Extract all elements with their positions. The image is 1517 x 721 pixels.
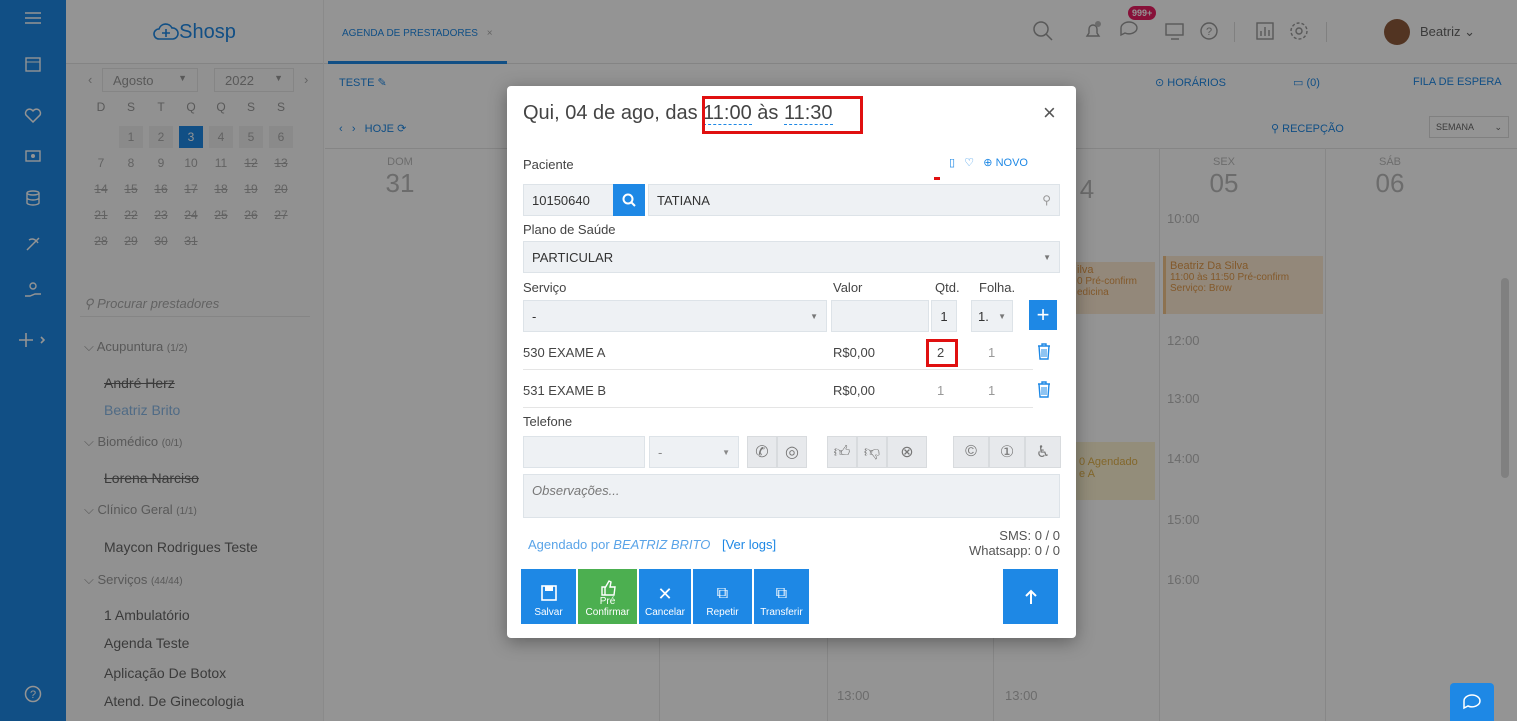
copy-icon: ⧉ (716, 585, 729, 602)
trash-icon[interactable] (1037, 342, 1051, 360)
dropdown-arrow-icon: ▼ (998, 311, 1006, 321)
dropdown-arrow-icon: ▼ (1043, 252, 1051, 262)
plus-icon: + (1036, 302, 1050, 327)
service-folha: 1 (988, 383, 996, 398)
agendado-por: Agendado por BEATRIZ BRITO [Ver logs] (528, 537, 777, 552)
patient-search-button[interactable] (613, 184, 645, 216)
transfer-icon: ⧉ (775, 585, 788, 602)
folha-select[interactable]: 1. ▼ (971, 300, 1013, 332)
servico-label: Serviço (523, 280, 567, 295)
highlight-box (926, 339, 958, 367)
service-price: R$0,00 (833, 383, 875, 398)
service-row: 531 EXAME B R$0,00 1 1 (523, 372, 1033, 408)
dropdown-arrow-icon: ▼ (722, 447, 730, 457)
patient-name-input[interactable]: TATIANA ⚲ (648, 184, 1060, 216)
plano-select[interactable]: PARTICULAR ▼ (523, 241, 1060, 273)
x-icon: ✕ (657, 584, 673, 604)
message-counters: SMS: 0 / 0 Whatsapp: 0 / 0 (968, 528, 1060, 558)
trash-icon[interactable] (1037, 380, 1051, 398)
qtd-label: Qtd. (935, 280, 960, 295)
service-name: 531 EXAME B (523, 383, 607, 398)
one-circle-icon[interactable]: ① (989, 436, 1025, 468)
highlight-box (702, 96, 863, 134)
telefone-label: Telefone (523, 414, 573, 429)
close-icon[interactable]: × (1043, 100, 1056, 126)
ver-logs-link[interactable]: [Ver logs] (722, 537, 776, 552)
search-icon: ⚲ (1042, 193, 1051, 207)
valor-label: Valor (833, 280, 863, 295)
paciente-label: Paciente (523, 157, 574, 172)
servico-select[interactable]: - ▼ (523, 300, 827, 332)
service-price: R$0,00 (833, 345, 875, 360)
salvar-button[interactable]: Salvar (521, 569, 576, 624)
folha-label: Folha. (979, 280, 1016, 295)
whatsapp-icon[interactable]: ◎ (777, 436, 807, 468)
novo-button[interactable]: ⊕ NOVO (983, 157, 1028, 169)
card-icon[interactable]: ▯ (949, 157, 955, 169)
dropdown-arrow-icon: ▼ (810, 311, 818, 321)
search-icon (622, 193, 636, 207)
euro-icon[interactable]: © (953, 436, 989, 468)
thumbs-up-icon[interactable]: 👍︎ (827, 436, 857, 468)
telefone-input[interactable] (523, 436, 645, 468)
red-marker (934, 177, 940, 180)
repetir-button[interactable]: ⧉ Repetir (693, 569, 752, 624)
service-qty[interactable]: 1 (937, 383, 944, 398)
cancelar-button[interactable]: ✕ Cancelar (639, 569, 691, 624)
accessibility-icon[interactable]: ♿︎ (1025, 436, 1061, 468)
service-folha: 1 (988, 345, 996, 360)
heart-icon[interactable]: ♡ (964, 157, 974, 169)
add-service-button[interactable]: + (1029, 300, 1057, 330)
chat-fab[interactable] (1450, 683, 1494, 721)
appointment-modal: Qui, 04 de ago, das 11:00 às 11:30 × Pac… (507, 86, 1076, 638)
service-name: 530 EXAME A (523, 345, 606, 360)
pre-confirmar-button[interactable]: Pré Confirmar (578, 569, 637, 624)
save-icon (540, 585, 557, 601)
valor-input[interactable] (831, 300, 929, 332)
scroll-up-button[interactable] (1003, 569, 1058, 624)
thumbs-down-icon[interactable]: 👎︎ (857, 436, 887, 468)
cancel-circle-icon[interactable]: ⊗ (887, 436, 927, 468)
thumbs-up-icon (600, 580, 616, 596)
phone-icon[interactable]: ✆ (747, 436, 777, 468)
observacoes-textarea[interactable]: Observações... (523, 474, 1060, 518)
tel-type-select[interactable]: - ▼ (649, 436, 739, 468)
transferir-button[interactable]: ⧉ Transferir (754, 569, 809, 624)
plano-label: Plano de Saúde (523, 222, 616, 237)
arrow-up-icon (1024, 589, 1037, 604)
patient-actions: ▯ ♡ ⊕ NOVO (949, 156, 1028, 169)
chat-bubble-icon (1463, 694, 1481, 710)
qtd-input[interactable]: 1 (931, 300, 957, 332)
